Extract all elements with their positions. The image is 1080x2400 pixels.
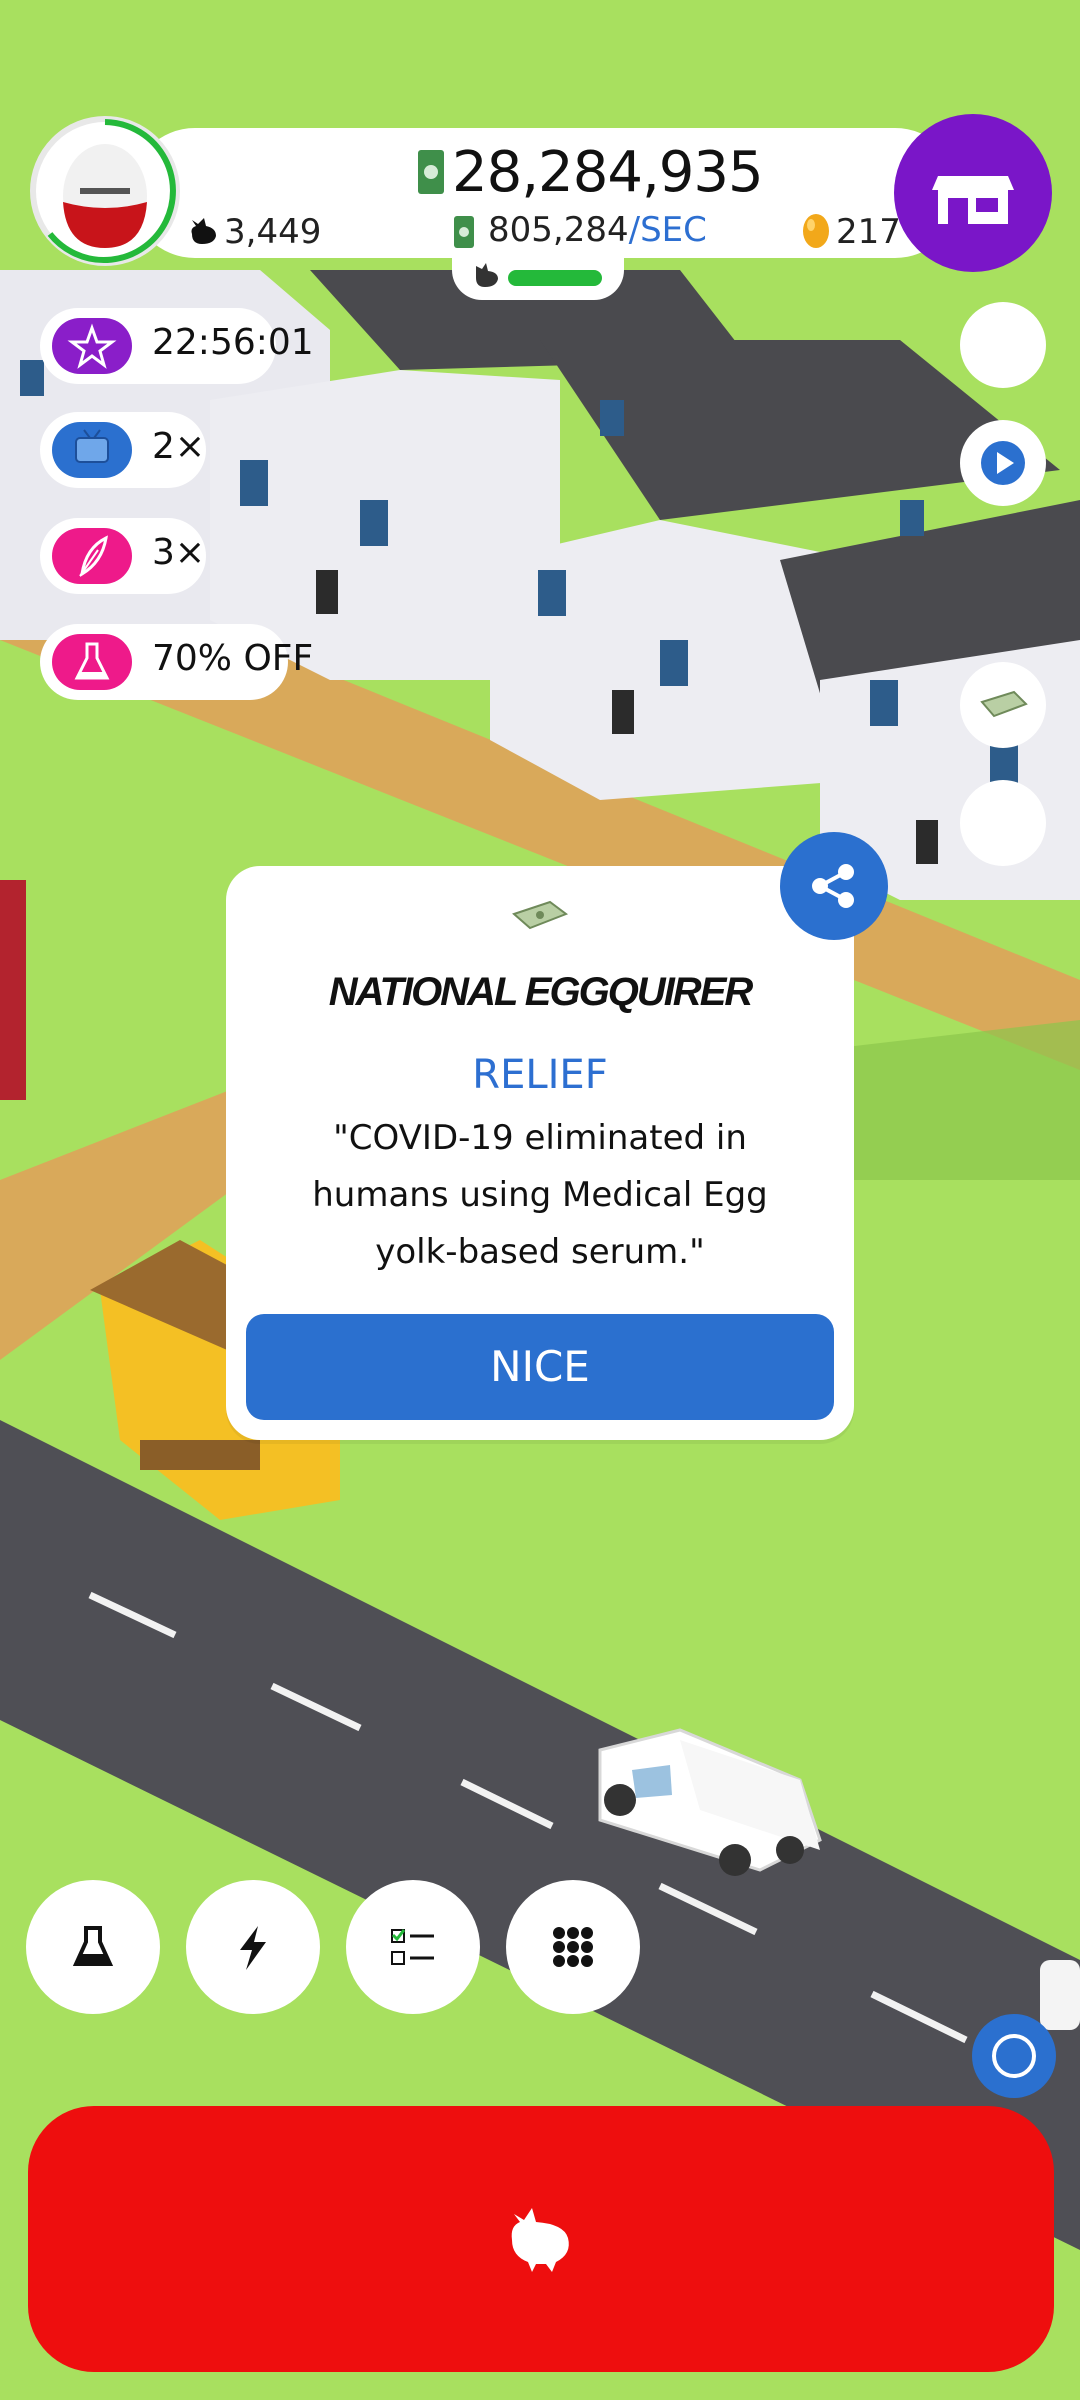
cash-rate-icon [454,216,474,248]
flask-icon [72,1926,114,1966]
missions-button[interactable] [346,1880,480,2014]
cash-stack-icon [980,690,1028,718]
hatch-chicken-button[interactable] [28,2106,1054,2372]
side-button-4[interactable] [960,780,1046,866]
research-discount-label: 70% OFF [152,638,314,679]
play-icon [981,441,1025,485]
chicken-icon [511,2208,569,2272]
money-total: 28,284,935 [452,140,764,205]
boosts-button[interactable] [186,1880,320,2014]
rate-unit: /SEC [628,210,707,250]
video-boost-pill[interactable]: 2× [40,412,206,488]
nice-button[interactable]: NICE [246,1314,834,1420]
egg-progress-ring [47,119,176,263]
lightning-icon [240,1926,266,1970]
golden-egg-count: 217 [836,212,901,252]
tv-icon [52,422,132,478]
ring-icon [992,2034,1036,2078]
chicken-small-icon [476,263,498,287]
income-rate: 805,284/SEC [488,210,707,250]
video-boost-label: 2× [152,426,206,467]
share-button[interactable] [780,832,888,940]
cash-drop-button[interactable] [960,662,1046,748]
research-discount-pill[interactable]: 70% OFF [40,624,313,700]
boost-timer-label: 22:56:01 [152,322,314,363]
nice-button-label: NICE [490,1342,590,1391]
boost-timer-pill[interactable]: 22:56:01 [40,308,314,384]
feather-boost-pill[interactable]: 3× [40,518,206,594]
shop-button[interactable] [894,114,1052,272]
rate-value: 805,284 [488,210,629,250]
research-button[interactable] [26,1880,160,2014]
feather-icon [52,528,132,584]
star-icon [52,318,132,374]
side-button-1[interactable] [960,302,1046,388]
checklist-icon [391,1929,434,1965]
menu-button[interactable] [506,1880,640,2014]
assistant-button[interactable] [972,2014,1056,2098]
flask-icon [52,634,132,690]
cash-stack-icon [512,900,569,930]
chicken-count: 3,449 [224,212,322,252]
golden-egg-icon [803,214,829,248]
feather-boost-label: 3× [152,532,206,573]
progress-bar [508,270,602,286]
news-category: RELIEF [472,1052,608,1098]
cash-icon [418,150,444,194]
chicken-icon [191,218,216,244]
share-icon [812,864,854,908]
news-headline: "COVID-19 eliminated in humans using Med… [312,1118,768,1272]
news-dialog: NATIONAL EGGQUIRER RELIEF "COVID-19 elim… [226,866,854,1440]
store-icon [932,176,1014,224]
news-masthead: NATIONAL EGGQUIRER [328,970,754,1014]
grid-icon [553,1927,593,1967]
video-button[interactable] [960,420,1046,506]
